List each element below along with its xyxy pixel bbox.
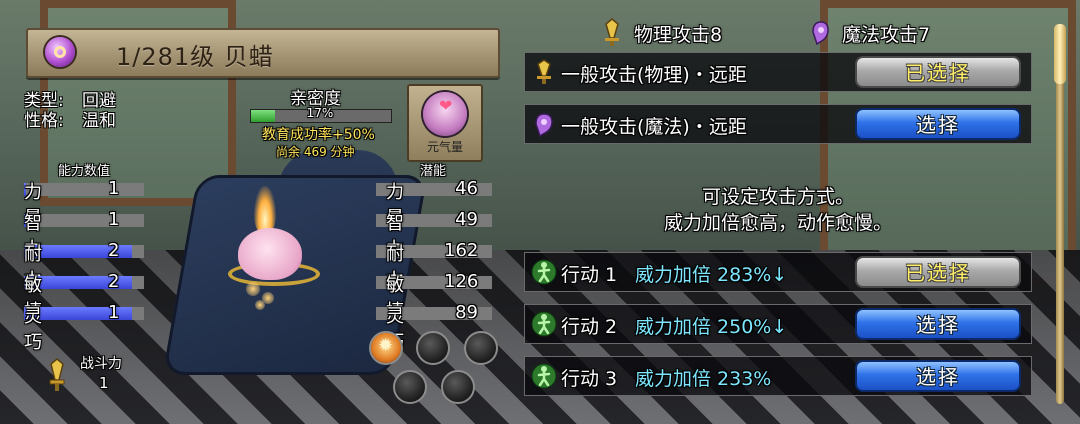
attack-mode-selected-button[interactable]: 已选择 (855, 56, 1021, 88)
stat-value: 49 (455, 209, 478, 230)
stat-value: 2 (108, 240, 120, 261)
stat-value: 1 (108, 209, 120, 230)
help-text-line1: 可设定攻击方式。 (701, 186, 854, 208)
stat-bar (24, 307, 144, 320)
action-power-multiplier: 威力加倍 250%↓ (635, 316, 788, 338)
potential-row: 灵巧 89 (0, 302, 492, 353)
pet-personality-label: 性格: (24, 111, 64, 131)
attack-mode-row: 一般攻击(物理)・远距 已选择 (524, 52, 1032, 92)
attack-mode-row: 一般攻击(魔法)・远距 选择 (524, 104, 1032, 144)
action-select-button[interactable]: 选择 (855, 308, 1021, 340)
pet-glow (246, 282, 260, 296)
skill-slot-empty[interactable] (416, 331, 450, 365)
pet-glow (255, 300, 265, 310)
stat-value: 89 (455, 302, 478, 323)
heart-icon: ❤ (439, 96, 453, 115)
action-figure-icon (531, 259, 557, 285)
energy-item-label: 元气量 (426, 140, 463, 154)
potential-row: 耐力162 (0, 240, 492, 291)
stat-value: 2 (108, 271, 120, 292)
potential-row: 智力49 (0, 209, 492, 260)
stat-bar (24, 245, 144, 258)
stat-value: 162 (444, 240, 479, 261)
action-row: 行动 2 威力加倍 250%↓ 选择 (524, 304, 1032, 344)
physical-attack-header: 物理攻击8 (634, 24, 723, 46)
magic-hand-icon (531, 111, 557, 137)
energy-item-slot[interactable]: ❤ 元气量 (407, 84, 483, 162)
action-label: 行动 3 (561, 368, 618, 390)
stat-value: 1 (108, 178, 120, 199)
magic-attack-icon (812, 21, 829, 46)
time-left: 尚余 469 分钟 (276, 145, 355, 159)
pet-character (238, 228, 302, 280)
pet-emblem-icon (45, 37, 75, 67)
stat-bar (24, 276, 144, 289)
stat-name: 灵巧 (24, 306, 42, 353)
action-select-button[interactable]: 选择 (855, 360, 1021, 392)
scrollbar-thumb[interactable] (1054, 24, 1066, 84)
combat-power-sword-icon (49, 358, 65, 391)
action-power-multiplier: 威力加倍 233% (635, 368, 772, 390)
stat-value: 126 (444, 271, 479, 292)
skill-slot-empty[interactable] (393, 370, 427, 404)
pet-personality-value: 温和 (82, 111, 116, 131)
energy-mask-icon: ❤ (423, 92, 467, 136)
action-label: 行动 1 (561, 264, 618, 286)
ability-header: 能力数值 (58, 164, 111, 179)
skill-slot-fire[interactable] (369, 331, 403, 365)
pet-title: 1/281级 贝蜡 (116, 43, 274, 71)
stat-value: 46 (455, 178, 478, 199)
potential-header: 潜能 (420, 164, 447, 179)
attack-mode-label: 一般攻击(魔法)・远距 (561, 116, 747, 138)
action-figure-icon (531, 311, 557, 337)
combat-power-value: 1 (99, 374, 109, 392)
combat-power-label: 战斗力 (80, 356, 122, 372)
intimacy-percent: 17% (306, 106, 334, 120)
potential-row: 敏捷126 (0, 271, 492, 322)
stat-value: 1 (108, 302, 120, 323)
physical-attack-icon (605, 18, 619, 46)
potential-row: 力量46 (0, 178, 492, 229)
stat-bar (24, 183, 144, 196)
action-selected-button[interactable]: 已选择 (855, 256, 1021, 288)
pet-title-bar: 1/281级 贝蜡 (26, 28, 500, 78)
pet-flame (254, 186, 276, 234)
action-power-multiplier: 威力加倍 283%↓ (635, 264, 788, 286)
scrollbar[interactable] (1054, 24, 1066, 404)
skill-slot-empty[interactable] (441, 370, 475, 404)
physical-sword-icon (531, 59, 557, 85)
help-text-line2: 威力加倍愈高，动作愈慢。 (663, 212, 892, 234)
attack-mode-label: 一般攻击(物理)・远距 (561, 64, 747, 86)
skill-slot-empty[interactable] (464, 331, 498, 365)
action-label: 行动 2 (561, 316, 618, 338)
magic-attack-header: 魔法攻击7 (842, 24, 931, 46)
action-row: 行动 1 威力加倍 283%↓ 已选择 (524, 252, 1032, 292)
action-row: 行动 3 威力加倍 233% 选择 (524, 356, 1032, 396)
attack-mode-select-button[interactable]: 选择 (855, 108, 1021, 140)
education-rate: 教育成功率+50% (262, 127, 375, 143)
stat-bar (24, 214, 144, 227)
action-figure-icon (531, 363, 557, 389)
